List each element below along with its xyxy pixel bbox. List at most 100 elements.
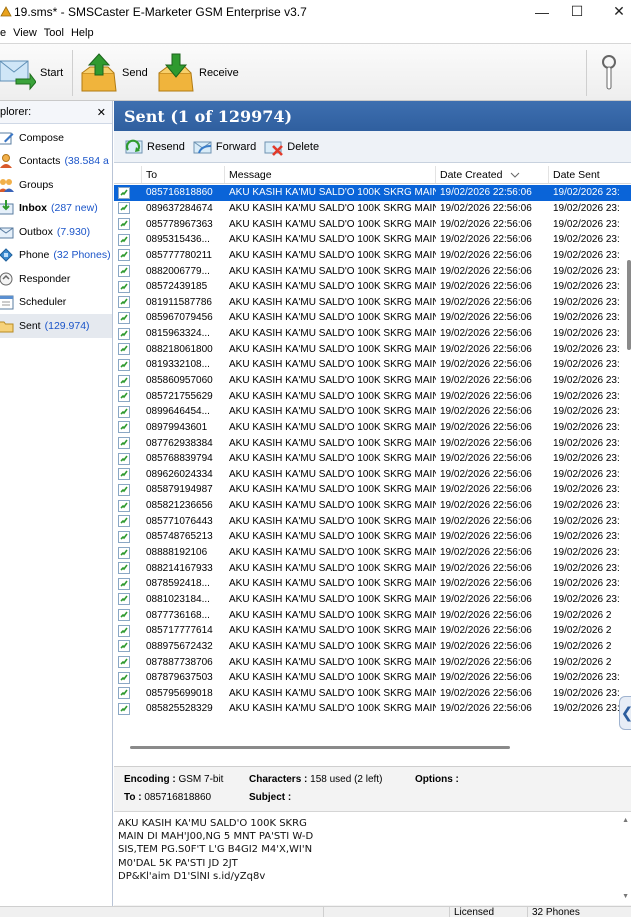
collapse-arrow-button[interactable]: ❮ <box>619 696 631 730</box>
table-row[interactable]: 081911587786 AKU KASIH KA'MU SALD'O 100K … <box>114 294 631 310</box>
table-header: To Message Date Created Date Sent <box>114 166 631 184</box>
forward-label: Forward <box>215 140 257 153</box>
table-row[interactable]: 088218061800 AKU KASIH KA'MU SALD'O 100K … <box>114 341 631 357</box>
app-icon <box>0 5 12 16</box>
maximize-button[interactable]: ☐ <box>555 0 599 23</box>
scroll-down-icon[interactable]: ▼ <box>622 893 629 900</box>
message-body[interactable]: AKU KASIH KA'MU SALD'O 100K SKRG MAIN DI… <box>114 811 631 905</box>
settings-button[interactable] <box>600 50 618 96</box>
table-row[interactable]: 089626024334 AKU KASIH KA'MU SALD'O 100K … <box>114 467 631 483</box>
menu-help[interactable]: Help <box>71 27 94 39</box>
explorer-item-sent[interactable]: Sent (129.974) <box>0 314 112 338</box>
table-row[interactable]: 085795699018 AKU KASIH KA'MU SALD'O 100K … <box>114 686 631 702</box>
explorer-item-compose[interactable]: Compose <box>0 126 112 150</box>
start-button[interactable]: Start <box>0 50 63 96</box>
table-row[interactable]: 085721755629 AKU KASIH KA'MU SALD'O 100K … <box>114 388 631 404</box>
sent-message-icon <box>118 546 130 559</box>
row-date-created: 19/02/2026 22:56:06 <box>440 593 532 605</box>
menu-file[interactable]: e <box>0 27 6 39</box>
row-message: AKU KASIH KA'MU SALD'O 100K SKRG MAIN ..… <box>229 187 436 199</box>
table-row[interactable]: 085860957060 AKU KASIH KA'MU SALD'O 100K … <box>114 373 631 389</box>
row-to: 087879637503 <box>146 672 213 684</box>
menu-tool[interactable]: Tool <box>44 27 64 39</box>
sent-message-icon <box>118 296 130 309</box>
table-row[interactable]: 088975672432 AKU KASIH KA'MU SALD'O 100K … <box>114 639 631 655</box>
table-row[interactable]: 088214167933 AKU KASIH KA'MU SALD'O 100K … <box>114 560 631 576</box>
row-to: 0815963324... <box>146 328 210 340</box>
table-row[interactable]: 085717777614 AKU KASIH KA'MU SALD'O 100K … <box>114 623 631 639</box>
table-row[interactable]: 0878592418... AKU KASIH KA'MU SALD'O 100K… <box>114 576 631 592</box>
table-row[interactable]: 0877736168... AKU KASIH KA'MU SALD'O 100K… <box>114 607 631 623</box>
table-row[interactable]: 085825528329 AKU KASIH KA'MU SALD'O 100K … <box>114 701 631 717</box>
row-message: AKU KASIH KA'MU SALD'O 100K SKRG MAIN ..… <box>229 437 436 449</box>
table-row[interactable]: 0819332108... AKU KASIH KA'MU SALD'O 100K… <box>114 357 631 373</box>
row-date-created: 19/02/2026 22:56:06 <box>440 296 532 308</box>
column-message[interactable]: Message <box>225 166 436 183</box>
explorer-item-inbox[interactable]: Inbox (287 new) <box>0 197 112 221</box>
explorer-item-scheduler[interactable]: Scheduler <box>0 291 112 315</box>
row-icon-cell <box>114 326 142 342</box>
explorer-item-phone[interactable]: Phone (32 Phones) <box>0 244 112 268</box>
send-button[interactable]: Send <box>80 50 148 96</box>
row-date-created: 19/02/2026 22:56:06 <box>440 328 532 340</box>
column-date-created[interactable]: Date Created <box>436 166 549 183</box>
receive-button[interactable]: Receive <box>157 50 239 96</box>
table-row[interactable]: 0895315436... AKU KASIH KA'MU SALD'O 100K… <box>114 232 631 248</box>
vertical-scrollbar[interactable] <box>625 185 631 745</box>
column-to[interactable]: To <box>142 166 225 183</box>
row-to: 085879194987 <box>146 484 213 496</box>
row-date-created: 19/02/2026 22:56:06 <box>440 281 532 293</box>
close-button[interactable]: ✕ <box>597 0 631 23</box>
forward-button[interactable]: Forward <box>193 138 256 156</box>
row-date-created: 19/02/2026 22:56:06 <box>440 265 532 277</box>
sort-down-icon <box>511 172 520 178</box>
row-date-sent: 19/02/2026 23: <box>553 484 620 496</box>
row-to: 0895315436... <box>146 234 210 246</box>
delete-button[interactable]: Delete <box>264 138 319 156</box>
scroll-up-icon[interactable]: ▲ <box>622 817 629 824</box>
table-row[interactable]: 08888192106 AKU KASIH KA'MU SALD'O 100K S… <box>114 545 631 561</box>
row-to: 085777780211 <box>146 249 212 261</box>
table-row[interactable]: 085748765213 AKU KASIH KA'MU SALD'O 100K … <box>114 529 631 545</box>
row-date-sent: 19/02/2026 23: <box>553 515 620 527</box>
table-row[interactable]: 089637284674 AKU KASIH KA'MU SALD'O 100K … <box>114 201 631 217</box>
table-row[interactable]: 085716818860 AKU KASIH KA'MU SALD'O 100K … <box>114 185 631 201</box>
table-row[interactable]: 085771076443 AKU KASIH KA'MU SALD'O 100K … <box>114 513 631 529</box>
table-row[interactable]: 085879194987 AKU KASIH KA'MU SALD'O 100K … <box>114 482 631 498</box>
forward-icon <box>193 141 212 153</box>
row-message: AKU KASIH KA'MU SALD'O 100K SKRG MAIN ..… <box>229 547 436 559</box>
table-row[interactable]: 085778967363 AKU KASIH KA'MU SALD'O 100K … <box>114 216 631 232</box>
menu-view[interactable]: View <box>13 27 37 39</box>
vertical-scroll-thumb[interactable] <box>627 260 631 350</box>
horizontal-scroll-thumb[interactable] <box>130 746 510 749</box>
row-icon-cell <box>114 420 142 436</box>
explorer-item-responder[interactable]: Responder <box>0 267 112 291</box>
explorer-item-label: Scheduler <box>19 296 67 309</box>
explorer-close-button[interactable]: ✕ <box>97 106 106 119</box>
table-row[interactable]: 087762938384 AKU KASIH KA'MU SALD'O 100K … <box>114 435 631 451</box>
table-row[interactable]: 085777780211 AKU KASIH KA'MU SALD'O 100K … <box>114 248 631 264</box>
table-row[interactable]: 087887738706 AKU KASIH KA'MU SALD'O 100K … <box>114 654 631 670</box>
table-row[interactable]: 085967079456 AKU KASIH KA'MU SALD'O 100K … <box>114 310 631 326</box>
toolbar: Start Send Receive <box>0 43 631 101</box>
row-date-created: 19/02/2026 22:56:06 <box>440 515 532 527</box>
table-row[interactable]: 085768839794 AKU KASIH KA'MU SALD'O 100K … <box>114 451 631 467</box>
row-icon-cell <box>114 670 142 686</box>
table-row[interactable]: 0899646454... AKU KASIH KA'MU SALD'O 100K… <box>114 404 631 420</box>
row-message: AKU KASIH KA'MU SALD'O 100K SKRG MAIN ..… <box>229 343 436 355</box>
table-row[interactable]: 0881023184... AKU KASIH KA'MU SALD'O 100K… <box>114 592 631 608</box>
explorer-item-contacts[interactable]: Contacts (38.584 a <box>0 150 112 174</box>
table-row[interactable]: 08979943601 AKU KASIH KA'MU SALD'O 100K S… <box>114 420 631 436</box>
table-row[interactable]: 08572439185 AKU KASIH KA'MU SALD'O 100K S… <box>114 279 631 295</box>
explorer-item-groups[interactable]: Groups <box>0 173 112 197</box>
table-row[interactable]: 085821236656 AKU KASIH KA'MU SALD'O 100K … <box>114 498 631 514</box>
row-message: AKU KASIH KA'MU SALD'O 100K SKRG MAIN ..… <box>229 672 436 684</box>
delete-label: Delete <box>287 140 320 153</box>
table-row[interactable]: 0815963324... AKU KASIH KA'MU SALD'O 100K… <box>114 326 631 342</box>
explorer-item-outbox[interactable]: Outbox (7.930) <box>0 220 112 244</box>
table-row[interactable]: 0882006779... AKU KASIH KA'MU SALD'O 100K… <box>114 263 631 279</box>
resend-button[interactable]: Resend <box>124 138 185 156</box>
row-icon-cell <box>114 701 142 717</box>
column-date-sent[interactable]: Date Sent <box>549 166 631 183</box>
table-row[interactable]: 087879637503 AKU KASIH KA'MU SALD'O 100K … <box>114 670 631 686</box>
